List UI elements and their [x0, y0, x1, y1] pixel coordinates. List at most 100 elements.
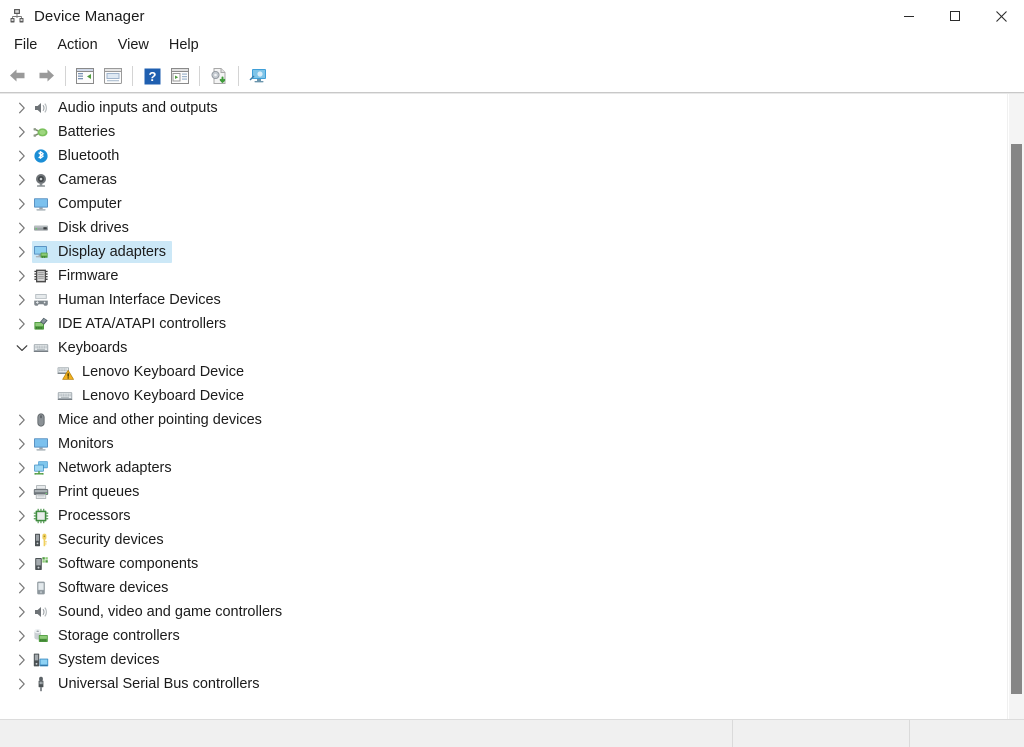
tree-item[interactable]: Universal Serial Bus controllers — [12, 672, 1024, 696]
keyboard-warning-icon — [56, 364, 74, 380]
chevron-right-icon[interactable] — [12, 414, 32, 426]
tree-item-content[interactable]: Software components — [32, 553, 204, 575]
tree-item-content[interactable]: Disk drives — [32, 217, 135, 239]
chevron-right-icon[interactable] — [12, 150, 32, 162]
tree-item[interactable]: Cameras — [12, 168, 1024, 192]
chevron-right-icon[interactable] — [12, 198, 32, 210]
device-tree-panel[interactable]: Audio inputs and outputs Batteries Bluetoo… — [12, 94, 1024, 719]
menu-item-help[interactable]: Help — [159, 35, 209, 57]
tree-item[interactable]: Lenovo Keyboard Device — [12, 384, 1024, 408]
tree-item[interactable]: Sound, video and game controllers — [12, 600, 1024, 624]
tree-item-content[interactable]: Security devices — [32, 529, 170, 551]
tree-item-content[interactable]: Universal Serial Bus controllers — [32, 673, 265, 695]
chevron-right-icon[interactable] — [12, 486, 32, 498]
chevron-right-icon[interactable] — [12, 630, 32, 642]
tree-item[interactable]: Display adapters — [12, 240, 1024, 264]
chevron-right-icon[interactable] — [12, 654, 32, 666]
update-driver-button[interactable] — [166, 62, 194, 90]
tree-item[interactable]: System devices — [12, 648, 1024, 672]
minimize-button[interactable] — [886, 0, 932, 32]
tree-item-label: Audio inputs and outputs — [58, 99, 218, 116]
tree-item[interactable]: Monitors — [12, 432, 1024, 456]
tree-item[interactable]: Processors — [12, 504, 1024, 528]
tree-item-label: Mice and other pointing devices — [58, 411, 262, 428]
chevron-right-icon[interactable] — [12, 270, 32, 282]
chevron-right-icon[interactable] — [12, 318, 32, 330]
menu-item-action[interactable]: Action — [47, 35, 107, 57]
close-button[interactable] — [978, 0, 1024, 32]
tree-item[interactable]: Lenovo Keyboard Device — [12, 360, 1024, 384]
chevron-right-icon[interactable] — [12, 510, 32, 522]
tree-item-content[interactable]: Computer — [32, 193, 128, 215]
tree-item[interactable]: Keyboards — [12, 336, 1024, 360]
chevron-down-icon[interactable] — [12, 344, 32, 352]
back-button[interactable] — [4, 62, 32, 90]
tree-item[interactable]: Network adapters — [12, 456, 1024, 480]
device-tree[interactable]: Audio inputs and outputs Batteries Bluetoo… — [12, 94, 1024, 696]
chevron-right-icon[interactable] — [12, 678, 32, 690]
tree-item-content[interactable]: Bluetooth — [32, 145, 125, 167]
tree-item-content[interactable]: Monitors — [32, 433, 120, 455]
chevron-right-icon[interactable] — [12, 462, 32, 474]
tree-item-content[interactable]: Firmware — [32, 265, 124, 287]
chevron-right-icon[interactable] — [12, 606, 32, 618]
tree-item[interactable]: Software devices — [12, 576, 1024, 600]
tree-item-content[interactable]: Print queues — [32, 481, 145, 503]
chevron-right-icon[interactable] — [12, 126, 32, 138]
help-button[interactable]: ? — [138, 62, 166, 90]
chevron-right-icon[interactable] — [12, 246, 32, 258]
tree-item-content[interactable]: Software devices — [32, 577, 174, 599]
chevron-right-icon[interactable] — [12, 102, 32, 114]
tree-item[interactable]: Human Interface Devices — [12, 288, 1024, 312]
properties-button[interactable] — [99, 62, 127, 90]
firmware-chip-icon — [32, 268, 50, 284]
tree-item[interactable]: Computer — [12, 192, 1024, 216]
tree-item-content[interactable]: Display adapters — [32, 241, 172, 263]
tree-item-content[interactable]: Cameras — [32, 169, 123, 191]
chevron-right-icon[interactable] — [12, 438, 32, 450]
menu-item-file[interactable]: File — [4, 35, 47, 57]
maximize-button[interactable] — [932, 0, 978, 32]
tree-item[interactable]: Audio inputs and outputs — [12, 96, 1024, 120]
chevron-right-icon[interactable] — [12, 534, 32, 546]
forward-button[interactable] — [32, 62, 60, 90]
chevron-right-icon[interactable] — [12, 558, 32, 570]
tree-item[interactable]: Bluetooth — [12, 144, 1024, 168]
display-device-button[interactable] — [244, 62, 272, 90]
tree-item[interactable]: Storage controllers — [12, 624, 1024, 648]
chevron-right-icon[interactable] — [12, 294, 32, 306]
tree-item-content[interactable]: IDE ATA/ATAPI controllers — [32, 313, 232, 335]
tree-item-content[interactable]: Processors — [32, 505, 137, 527]
computer-monitor-icon — [32, 436, 50, 452]
chevron-right-icon[interactable] — [12, 222, 32, 234]
tree-item-label: Software components — [58, 555, 199, 572]
tree-item-content[interactable]: Keyboards — [32, 337, 133, 359]
tree-item-content[interactable]: Network adapters — [32, 457, 178, 479]
tree-item-content[interactable]: System devices — [32, 649, 166, 671]
chevron-right-icon[interactable] — [12, 582, 32, 594]
tree-item[interactable]: Security devices — [12, 528, 1024, 552]
tree-item-content[interactable]: Human Interface Devices — [32, 289, 227, 311]
tree-item[interactable]: Firmware — [12, 264, 1024, 288]
scrollbar-thumb[interactable] — [1011, 144, 1022, 694]
menu-item-view[interactable]: View — [108, 35, 159, 57]
vertical-scrollbar[interactable] — [1007, 94, 1024, 719]
tree-item[interactable]: Print queues — [12, 480, 1024, 504]
tree-item-content[interactable]: Lenovo Keyboard Device — [56, 361, 250, 383]
tree-item[interactable]: Mice and other pointing devices — [12, 408, 1024, 432]
tree-item-content[interactable]: Batteries — [32, 121, 121, 143]
tree-item[interactable]: Disk drives — [12, 216, 1024, 240]
tree-item[interactable]: Batteries — [12, 120, 1024, 144]
tree-item-content[interactable]: Sound, video and game controllers — [32, 601, 288, 623]
tree-item[interactable]: Software components — [12, 552, 1024, 576]
tree-item-content[interactable]: Storage controllers — [32, 625, 186, 647]
tree-item-content[interactable]: Mice and other pointing devices — [32, 409, 268, 431]
scan-for-hardware-changes-button[interactable] — [205, 62, 233, 90]
tree-item-content[interactable]: Audio inputs and outputs — [32, 97, 224, 119]
network-adapter-icon — [32, 460, 50, 476]
keyboard-icon — [56, 388, 74, 404]
tree-item-content[interactable]: Lenovo Keyboard Device — [56, 385, 250, 407]
chevron-right-icon[interactable] — [12, 174, 32, 186]
tree-item[interactable]: IDE ATA/ATAPI controllers — [12, 312, 1024, 336]
show-hide-console-tree-button[interactable] — [71, 62, 99, 90]
